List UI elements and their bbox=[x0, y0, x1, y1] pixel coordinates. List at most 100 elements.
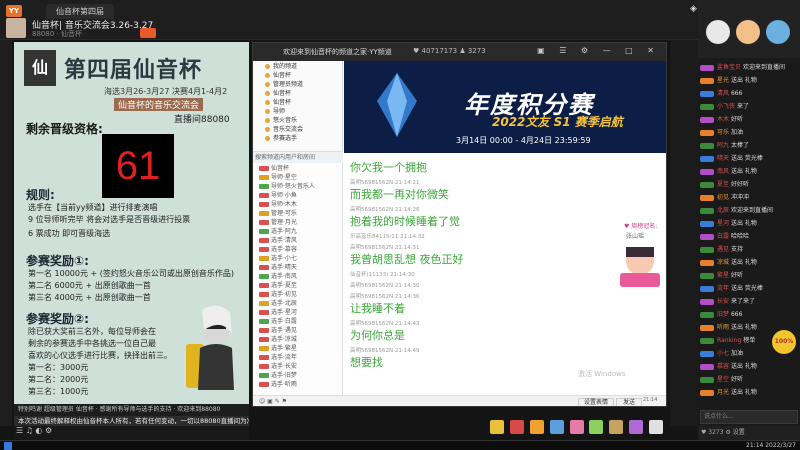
live-message[interactable]: 月光 送出 礼物 bbox=[698, 387, 800, 400]
live-message[interactable]: 遇见 支持 bbox=[698, 244, 800, 257]
member-row[interactable]: 管理·月光 bbox=[253, 217, 342, 226]
member-row[interactable]: 选手·流年 bbox=[253, 352, 342, 361]
live-message[interactable]: 初见 冲冲冲 bbox=[698, 192, 800, 205]
member-row[interactable]: 选手·遇见 bbox=[253, 325, 342, 334]
live-message[interactable]: 可乐 加油 bbox=[698, 127, 800, 140]
live-username[interactable]: 长安 bbox=[717, 298, 729, 305]
tree-item[interactable]: 管理员频道 bbox=[253, 79, 342, 88]
live-chat-footer[interactable]: ♥ 3273 ⚙ 设置 bbox=[698, 426, 800, 440]
member-row[interactable]: 选手·晴天 bbox=[253, 262, 342, 271]
live-username[interactable]: 阿九 bbox=[717, 142, 729, 149]
tree-search-input[interactable]: 搜索频道内用户和房间 bbox=[253, 151, 343, 163]
live-username[interactable]: 白露 bbox=[717, 233, 729, 240]
live-username[interactable]: 木木 bbox=[717, 116, 729, 123]
live-message[interactable]: 星光 送出 礼物 bbox=[698, 75, 800, 88]
gift-icon[interactable] bbox=[629, 420, 644, 434]
subscribe-button[interactable] bbox=[140, 28, 156, 38]
live-username[interactable]: 流年 bbox=[717, 285, 729, 292]
tree-item[interactable]: 怒火音乐 bbox=[253, 115, 342, 124]
member-row[interactable]: 选手·夏至 bbox=[253, 280, 342, 289]
rank-avatar-3[interactable] bbox=[766, 20, 790, 44]
tree-item[interactable]: 仙音杯 bbox=[253, 97, 342, 106]
member-row[interactable]: 仙音杯 bbox=[253, 163, 342, 172]
member-row[interactable]: 选手·初见 bbox=[253, 289, 342, 298]
live-chat-input[interactable]: 说点什么... bbox=[700, 410, 798, 424]
live-message[interactable]: 星空 好听 bbox=[698, 374, 800, 387]
event-banner[interactable]: 年度积分赛 2022文友 S1 赛季启航 3月14日 00:00 - 4月24日… bbox=[344, 61, 666, 153]
live-username[interactable]: 旧梦 bbox=[717, 311, 729, 318]
live-message[interactable]: 慕容 送出 礼物 bbox=[698, 361, 800, 374]
send-button[interactable]: 发送 bbox=[616, 398, 642, 406]
live-username[interactable]: 南风 bbox=[717, 168, 729, 175]
live-message[interactable]: 晴天 送出 荧光棒 bbox=[698, 153, 800, 166]
live-message[interactable]: 南风 送出 礼物 bbox=[698, 166, 800, 179]
live-message[interactable]: 夏至 好好听 bbox=[698, 179, 800, 192]
rank-avatar-1[interactable] bbox=[706, 20, 730, 44]
sidead-avatar[interactable] bbox=[616, 241, 664, 291]
live-username[interactable]: 繁星 bbox=[717, 272, 729, 279]
live-message[interactable]: 鲨鱼宝贝 欢迎来到直播间 bbox=[698, 62, 800, 75]
member-row[interactable]: 选手·白露 bbox=[253, 316, 342, 325]
live-username[interactable]: 星光 bbox=[717, 77, 729, 84]
member-row[interactable]: 选手·繁星 bbox=[253, 343, 342, 352]
live-username[interactable]: 北辰 bbox=[717, 207, 729, 214]
tree-item[interactable]: 仙音杯 bbox=[253, 88, 342, 97]
live-username[interactable]: 月光 bbox=[717, 389, 729, 396]
member-row[interactable]: 选手·小七 bbox=[253, 253, 342, 262]
live-username[interactable]: 鲨鱼宝贝 bbox=[717, 64, 741, 71]
gift-icon[interactable] bbox=[549, 420, 564, 434]
live-username[interactable]: 慕容 bbox=[717, 363, 729, 370]
live-message[interactable]: 木木 好听 bbox=[698, 114, 800, 127]
member-row[interactable]: 导师·木木 bbox=[253, 199, 342, 208]
channel-avatar[interactable] bbox=[6, 18, 26, 38]
live-username[interactable]: 初见 bbox=[717, 194, 729, 201]
tree-item[interactable]: 导师 bbox=[253, 106, 342, 115]
input-tools[interactable]: ☺ ▣ ✎ ⚑ bbox=[259, 398, 287, 405]
live-message[interactable]: 长安 来了来了 bbox=[698, 296, 800, 309]
bottom-icons[interactable]: ☰ ♫ ◐ ⚙ bbox=[16, 426, 52, 435]
tree-item[interactable]: 音乐交流会 bbox=[253, 124, 342, 133]
live-message[interactable]: 繁星 好听 bbox=[698, 270, 800, 283]
emoji-settings-button[interactable]: 设置表情 bbox=[578, 398, 614, 406]
live-message[interactable]: 星河 送出 礼物 bbox=[698, 218, 800, 231]
progress-badge[interactable]: 100% bbox=[772, 330, 796, 354]
live-username[interactable]: 清风 bbox=[717, 90, 729, 97]
live-message[interactable]: 旧梦 666 bbox=[698, 309, 800, 322]
gift-icon[interactable] bbox=[509, 420, 524, 434]
live-message[interactable]: 凉城 送出 礼物 bbox=[698, 257, 800, 270]
member-row[interactable]: 选手·凉城 bbox=[253, 334, 342, 343]
gift-icon[interactable] bbox=[589, 420, 604, 434]
live-message[interactable]: 小飞侠 来了 bbox=[698, 101, 800, 114]
member-row[interactable]: 选手·听雨 bbox=[253, 379, 342, 388]
live-username[interactable]: 夏至 bbox=[717, 181, 729, 188]
rank-avatar-2[interactable] bbox=[736, 20, 760, 44]
live-username[interactable]: 小飞侠 bbox=[717, 103, 735, 110]
member-row[interactable]: 选手·星河 bbox=[253, 307, 342, 316]
live-username[interactable]: 星河 bbox=[717, 220, 729, 227]
start-button[interactable] bbox=[4, 442, 12, 450]
gift-icon[interactable] bbox=[490, 420, 504, 434]
member-row[interactable]: 选手·旧梦 bbox=[253, 370, 342, 379]
live-message[interactable]: 清风 666 bbox=[698, 88, 800, 101]
tree-item[interactable]: 我的频道 bbox=[253, 61, 342, 70]
live-username[interactable]: 小七 bbox=[717, 350, 729, 357]
member-row[interactable]: 选手·清风 bbox=[253, 235, 342, 244]
member-row[interactable]: 管理·可乐 bbox=[253, 208, 342, 217]
live-username[interactable]: 听雨 bbox=[717, 324, 729, 331]
live-message[interactable]: 北辰 欢迎来到直播间 bbox=[698, 205, 800, 218]
tree-item[interactable]: 仙音杯 bbox=[253, 70, 342, 79]
chat-area[interactable]: 你欠我一个拥抱 高明56981562N 21:14:21 而我都一再对你微笑 高明56… bbox=[344, 153, 666, 395]
live-username[interactable]: 可乐 bbox=[717, 129, 729, 136]
tree-item[interactable]: 参赛选手 bbox=[253, 133, 342, 142]
member-row[interactable]: 导师·小鱼 bbox=[253, 190, 342, 199]
member-row[interactable]: 导师·星空 bbox=[253, 172, 342, 181]
live-username[interactable]: 晴天 bbox=[717, 155, 729, 162]
live-message[interactable]: 流年 送出 荧光棒 bbox=[698, 283, 800, 296]
live-username[interactable]: 星空 bbox=[717, 376, 729, 383]
member-row[interactable]: 选手·长安 bbox=[253, 361, 342, 370]
member-row[interactable]: 导师·怒火音乐人 bbox=[253, 181, 342, 190]
member-row[interactable]: 选手·北辰 bbox=[253, 298, 342, 307]
gift-icon[interactable] bbox=[609, 420, 624, 434]
member-row[interactable]: 选手·南风 bbox=[253, 271, 342, 280]
embedded-window-controls[interactable]: ▣ ☰ ⚙ — □ ✕ bbox=[537, 46, 660, 55]
